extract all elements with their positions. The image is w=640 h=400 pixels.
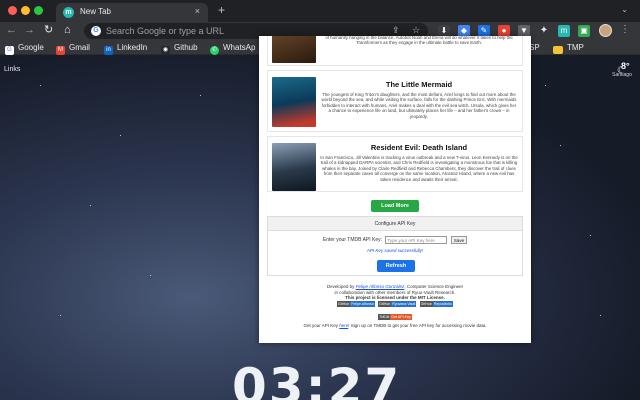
bookmark-linkedin[interactable]: in LinkedIn bbox=[104, 42, 147, 55]
api-key-panel: Configure API Key Enter your TMDB API Ke… bbox=[267, 216, 523, 276]
badge-row: TMDB Get API Key bbox=[259, 314, 531, 320]
new-tab-button[interactable]: + bbox=[218, 4, 225, 16]
movie-card[interactable]: Resident Evil: Death Island In San Franc… bbox=[267, 136, 523, 192]
api-key-input[interactable]: Type your API Key here bbox=[385, 236, 448, 244]
movie-title: The Little Mermaid bbox=[385, 80, 453, 89]
bookmark-star-icon[interactable]: ☆ bbox=[412, 25, 420, 36]
movie-title: Resident Evil: Death Island bbox=[370, 143, 468, 152]
forward-button[interactable]: → bbox=[24, 24, 35, 37]
bookmark-github[interactable]: ◉ Github bbox=[161, 42, 198, 55]
bookmark-whatsapp[interactable]: ✆ WhatsAp bbox=[210, 42, 255, 55]
linkedin-icon: in bbox=[104, 46, 113, 55]
extension-favicon-icon: m bbox=[63, 7, 74, 18]
extension-icon[interactable]: ▣ bbox=[578, 25, 590, 37]
github-badge[interactable]: GitHub Repositorio bbox=[419, 301, 453, 307]
weather-location: Santiago bbox=[612, 72, 632, 78]
movie-description: of humanity hanging in the balance, Auto… bbox=[325, 36, 513, 46]
extensions-puzzle-icon[interactable]: ✦ bbox=[538, 25, 550, 37]
browser-menu-icon[interactable]: ⋮ bbox=[620, 24, 630, 35]
bookmark-google[interactable]: G Google bbox=[5, 42, 44, 55]
api-key-row: Enter your TMDB API Key: Type your API K… bbox=[268, 236, 522, 244]
movie-poster bbox=[272, 143, 316, 191]
github-icon: ◉ bbox=[161, 46, 170, 55]
movie-description: The youngest of King Triton's daughters,… bbox=[321, 92, 517, 119]
api-key-header[interactable]: Configure API Key bbox=[268, 217, 522, 231]
bookmark-gmail[interactable]: M Gmail bbox=[56, 42, 90, 55]
refresh-button[interactable]: Refresh bbox=[377, 260, 415, 272]
movie-extension-popup: of humanity hanging in the balance, Auto… bbox=[259, 36, 531, 343]
home-button[interactable]: ⌂ bbox=[64, 24, 71, 37]
author-link[interactable]: Felipe Alfonso González bbox=[356, 284, 405, 289]
badge-row: GitHub Felipe Alfonso GitHub Ryuvana Vault… bbox=[259, 301, 531, 307]
api-key-label: Enter your TMDB API Key: bbox=[322, 237, 383, 243]
weather-widget[interactable]: ☾ 8° Santiago bbox=[606, 60, 636, 78]
bookmark-tmp[interactable]: TMP bbox=[553, 42, 584, 54]
reload-button[interactable]: ↻ bbox=[44, 24, 53, 37]
back-button[interactable]: ← bbox=[6, 24, 17, 37]
address-bar-placeholder: Search Google or type a URL bbox=[106, 26, 225, 36]
tab-strip: m New Tab × + ⌄ bbox=[0, 0, 640, 22]
api-note: Get your API Key here! Sign up on TMDB t… bbox=[303, 323, 487, 328]
tab-search-icon[interactable]: ⌄ bbox=[621, 5, 628, 14]
minimize-window-button[interactable] bbox=[21, 6, 30, 15]
github-badge[interactable]: GitHub Felipe Alfonso bbox=[337, 301, 375, 307]
load-more-button[interactable]: Load More bbox=[371, 200, 419, 212]
github-badge[interactable]: GitHub Ryuvana Vault bbox=[378, 301, 417, 307]
tab-new-tab[interactable]: m New Tab × bbox=[56, 3, 208, 22]
google-icon: G bbox=[91, 26, 101, 36]
maximize-window-button[interactable] bbox=[34, 6, 43, 15]
links-label[interactable]: Links bbox=[4, 66, 20, 73]
weather-temperature: 8° bbox=[621, 61, 630, 71]
folder-icon bbox=[553, 46, 563, 54]
tab-title: New Tab bbox=[80, 7, 111, 16]
whatsapp-icon: ✆ bbox=[210, 46, 219, 55]
tmdb-badge[interactable]: TMDB Get API Key bbox=[378, 314, 412, 320]
movie-description: In San Francisco, Jill Valentine is trac… bbox=[320, 155, 518, 182]
clock: 03:27 bbox=[232, 358, 402, 400]
extension-active-icon[interactable]: m bbox=[558, 25, 570, 37]
movie-card[interactable]: of humanity hanging in the balance, Auto… bbox=[267, 36, 523, 66]
tab-close-icon[interactable]: × bbox=[195, 6, 200, 16]
movie-poster bbox=[272, 36, 316, 63]
google-icon: G bbox=[5, 46, 14, 55]
movie-card[interactable]: The Little Mermaid The youngest of King … bbox=[267, 70, 523, 132]
close-window-button[interactable] bbox=[8, 6, 17, 15]
save-button[interactable]: Save bbox=[450, 236, 468, 244]
footer-license: This project is licensed under the MIT L… bbox=[345, 295, 445, 300]
profile-avatar[interactable] bbox=[599, 24, 612, 37]
api-key-link[interactable]: here bbox=[339, 323, 348, 328]
gmail-icon: M bbox=[56, 46, 65, 55]
movie-poster bbox=[272, 77, 316, 127]
share-icon[interactable]: ⇪ bbox=[392, 25, 400, 36]
api-key-status: API Key saved successfully! bbox=[366, 248, 424, 253]
